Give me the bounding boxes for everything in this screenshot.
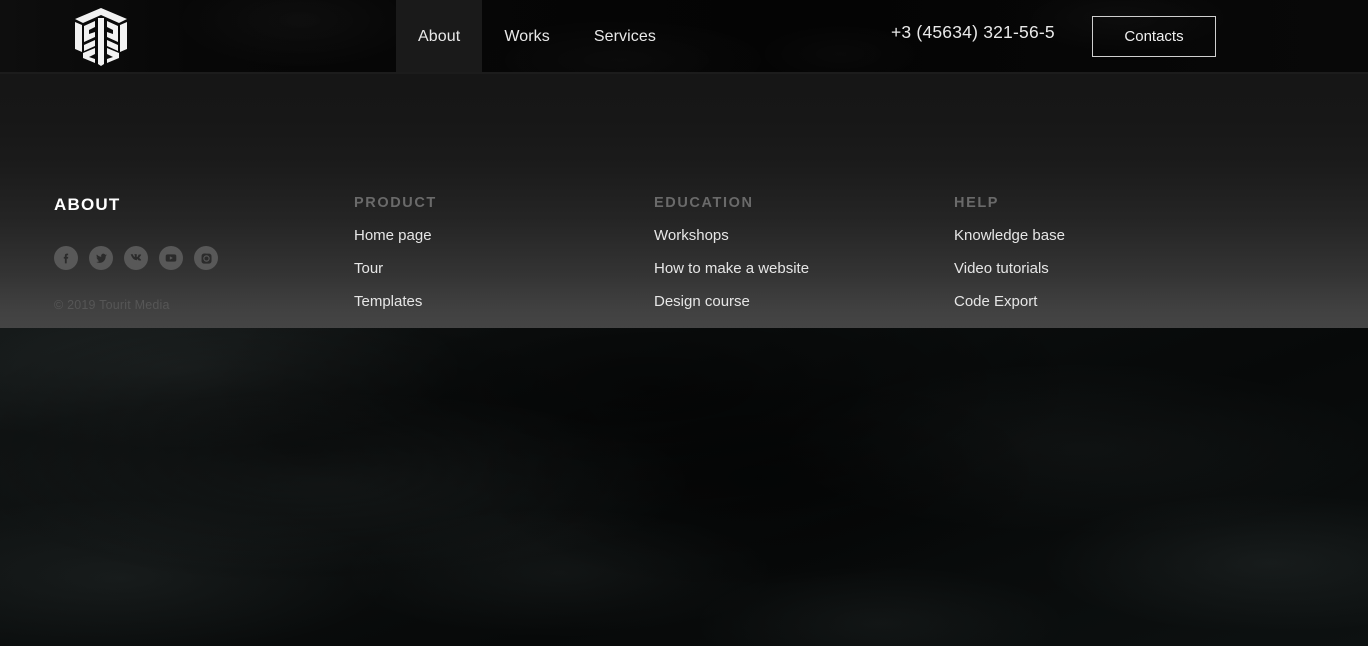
- instagram-icon[interactable]: [194, 246, 218, 270]
- nav-item-about-label: About: [418, 28, 461, 45]
- hero-section: TM TOURIT MEDIA: [0, 328, 1368, 646]
- footer-link-home-page[interactable]: Home page: [354, 227, 437, 244]
- main-navigation: About Works Services: [396, 0, 678, 74]
- footer-about-heading: ABOUT: [54, 195, 121, 214]
- footer-link-design-course[interactable]: Design course: [654, 293, 809, 310]
- nav-item-works-label: Works: [504, 28, 550, 45]
- youtube-glyph: [165, 254, 177, 262]
- facebook-glyph: [63, 253, 68, 263]
- footer-help-heading: HELP: [954, 195, 1000, 211]
- twitter-icon[interactable]: [89, 246, 113, 270]
- tourit-cube-logo-icon[interactable]: [72, 6, 130, 68]
- header-phone-number[interactable]: +3 (45634) 321-56-5: [891, 22, 1055, 43]
- footer-link-knowledge-base[interactable]: Knowledge base: [954, 227, 1065, 244]
- nav-item-services[interactable]: Services: [572, 0, 678, 74]
- hero-background-texture: [0, 328, 1368, 646]
- instagram-glyph: [201, 253, 212, 264]
- footer-product-heading: PRODUCT: [354, 195, 437, 211]
- hero-vignette: [0, 328, 1368, 646]
- logo-svg: [75, 8, 127, 66]
- contacts-button[interactable]: Contacts: [1092, 16, 1216, 57]
- twitter-glyph: [95, 253, 107, 263]
- footer-link-code-export[interactable]: Code Export: [954, 293, 1065, 310]
- vk-glyph: [130, 254, 142, 261]
- footer-link-how-to-make-a-website[interactable]: How to make a website: [654, 260, 809, 277]
- footer-education-heading: EDUCATION: [654, 195, 754, 211]
- nav-item-works[interactable]: Works: [482, 0, 572, 74]
- vk-icon[interactable]: [124, 246, 148, 270]
- footer-link-templates[interactable]: Templates: [354, 293, 437, 310]
- footer-column-education: EDUCATION Workshops How to make a websit…: [654, 195, 809, 328]
- footer-link-tour[interactable]: Tour: [354, 260, 437, 277]
- footer-link-workshops[interactable]: Workshops: [654, 227, 809, 244]
- site-header: About Works Services +3 (45634) 321-56-5…: [0, 0, 1368, 74]
- site-footer: ABOUT © 2019 Tourit Media PRODUCT Home p…: [0, 74, 1368, 328]
- footer-link-video-tutorials[interactable]: Video tutorials: [954, 260, 1065, 277]
- footer-column-help: HELP Knowledge base Video tutorials Code…: [954, 195, 1065, 328]
- social-links: [54, 246, 218, 270]
- footer-content: ABOUT © 2019 Tourit Media PRODUCT Home p…: [0, 74, 1368, 328]
- youtube-icon[interactable]: [159, 246, 183, 270]
- nav-item-services-label: Services: [593, 28, 657, 45]
- copyright-text: © 2019 Tourit Media: [54, 298, 170, 312]
- facebook-icon[interactable]: [54, 246, 78, 270]
- footer-column-about: ABOUT: [54, 195, 120, 215]
- nav-item-about[interactable]: About: [396, 0, 483, 74]
- footer-column-product: PRODUCT Home page Tour Templates Prices: [354, 195, 437, 328]
